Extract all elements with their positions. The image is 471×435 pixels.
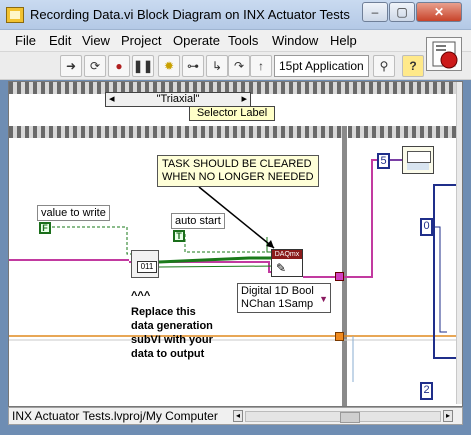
replace-comment-line2: data generation [131, 320, 213, 332]
retain-wire-values-icon[interactable]: ⊶ [182, 55, 204, 77]
replace-comment-line4: data to output [131, 348, 205, 360]
status-bar: INX Actuator Tests.lvproj/My Computer ◂ … [8, 407, 463, 425]
search-icon[interactable]: ⚲ [373, 55, 395, 77]
cleanup-note-line2: WHEN NO LONGER NEEDED [162, 171, 314, 183]
poly-line2: NChan 1Samp [241, 298, 314, 310]
menu-window[interactable]: Window [272, 33, 318, 48]
font-select[interactable]: 15pt Application [274, 55, 369, 77]
step-over-icon[interactable]: ↷ [228, 55, 250, 77]
close-button[interactable]: ✕ [416, 2, 462, 22]
replace-comment-line1: Replace this [131, 306, 196, 318]
timer-gauge-icon [407, 163, 429, 170]
labview-vi-icon [6, 7, 24, 23]
value-to-write-label: value to write [37, 205, 110, 221]
chevron-down-icon: ▼ [319, 294, 328, 304]
run-arrow-icon[interactable]: ➜ [60, 55, 82, 77]
maximize-button[interactable]: ▢ [389, 2, 415, 22]
scroll-thumb[interactable] [340, 412, 360, 423]
step-out-icon[interactable]: ↑ [250, 55, 272, 77]
highlight-execution-icon[interactable]: ✹ [158, 55, 180, 77]
constant-five[interactable]: 5 [377, 153, 390, 169]
pause-icon[interactable]: ❚❚ [132, 55, 154, 77]
menu-view[interactable]: View [82, 33, 110, 48]
run-continuously-icon[interactable]: ⟳ [84, 55, 106, 77]
cleanup-note-line1: TASK SHOULD BE CLEARED [162, 158, 312, 170]
menu-tools[interactable]: Tools [228, 33, 258, 48]
scroll-right-icon[interactable]: ▸ [443, 410, 453, 422]
constant-two[interactable]: 2 [420, 382, 433, 400]
project-path: INX Actuator Tests.lvproj/My Computer [12, 409, 218, 423]
horizontal-scrollbar[interactable] [245, 411, 441, 423]
daqmx-write-node[interactable]: DAQmx ✎ [271, 249, 303, 277]
replace-comment: Replace this data generation subVI with … [131, 305, 213, 361]
menu-project[interactable]: Project [121, 33, 161, 48]
context-help-icon[interactable]: ? [402, 55, 424, 77]
abort-icon[interactable]: ● [108, 55, 130, 77]
window-title: Recording Data.vi Block Diagram on INX A… [30, 7, 350, 22]
daqmx-label: DAQmx [272, 250, 302, 259]
step-into-icon[interactable]: ↳ [206, 55, 228, 77]
constant-zero[interactable]: 0 [420, 218, 433, 236]
auto-start-true-constant[interactable]: T [173, 230, 185, 242]
wait-timer-node[interactable] [402, 146, 434, 174]
menu-edit[interactable]: Edit [49, 33, 71, 48]
menu-bar: File Edit View Project Operate Tools Win… [0, 30, 471, 52]
toolbar: ➜ ⟳ ● ❚❚ ✹ ⊶ ↳ ↷ ↑ 15pt Application ⚲ ? [0, 52, 471, 80]
menu-help[interactable]: Help [330, 33, 357, 48]
case-frame-right [433, 184, 457, 359]
auto-start-label: auto start [171, 213, 225, 229]
vertical-scrollbar[interactable] [456, 82, 462, 404]
title-bar: Recording Data.vi Block Diagram on INX A… [0, 0, 471, 30]
tunnel-orange[interactable] [335, 332, 344, 341]
pencil-icon: ✎ [276, 261, 287, 275]
poly-line1: Digital 1D Bool [241, 285, 314, 297]
tunnel-pink[interactable] [335, 272, 344, 281]
wire-layer [9, 159, 456, 382]
value-false-constant[interactable]: F [39, 222, 51, 234]
menu-file[interactable]: File [15, 33, 36, 48]
menu-operate[interactable]: Operate [173, 33, 220, 48]
caret-marker: ^^^ [131, 290, 151, 302]
block-diagram[interactable]: ◂ "Triaxial" ▸ Selector Label TASK SHOUL… [8, 81, 463, 407]
scroll-left-icon[interactable]: ◂ [233, 410, 243, 422]
timer-display-icon [407, 151, 431, 163]
vi-icon[interactable] [426, 37, 462, 71]
subvi-label: 011 [137, 261, 157, 273]
replace-comment-line3: subVI with your [131, 334, 213, 346]
minimize-button[interactable]: – [362, 2, 388, 22]
data-generation-subvi[interactable]: 011 [131, 250, 159, 278]
cleanup-note: TASK SHOULD BE CLEARED WHEN NO LONGER NE… [157, 155, 319, 187]
polymorphic-selector[interactable]: Digital 1D Bool NChan 1Samp ▼ [237, 283, 331, 313]
